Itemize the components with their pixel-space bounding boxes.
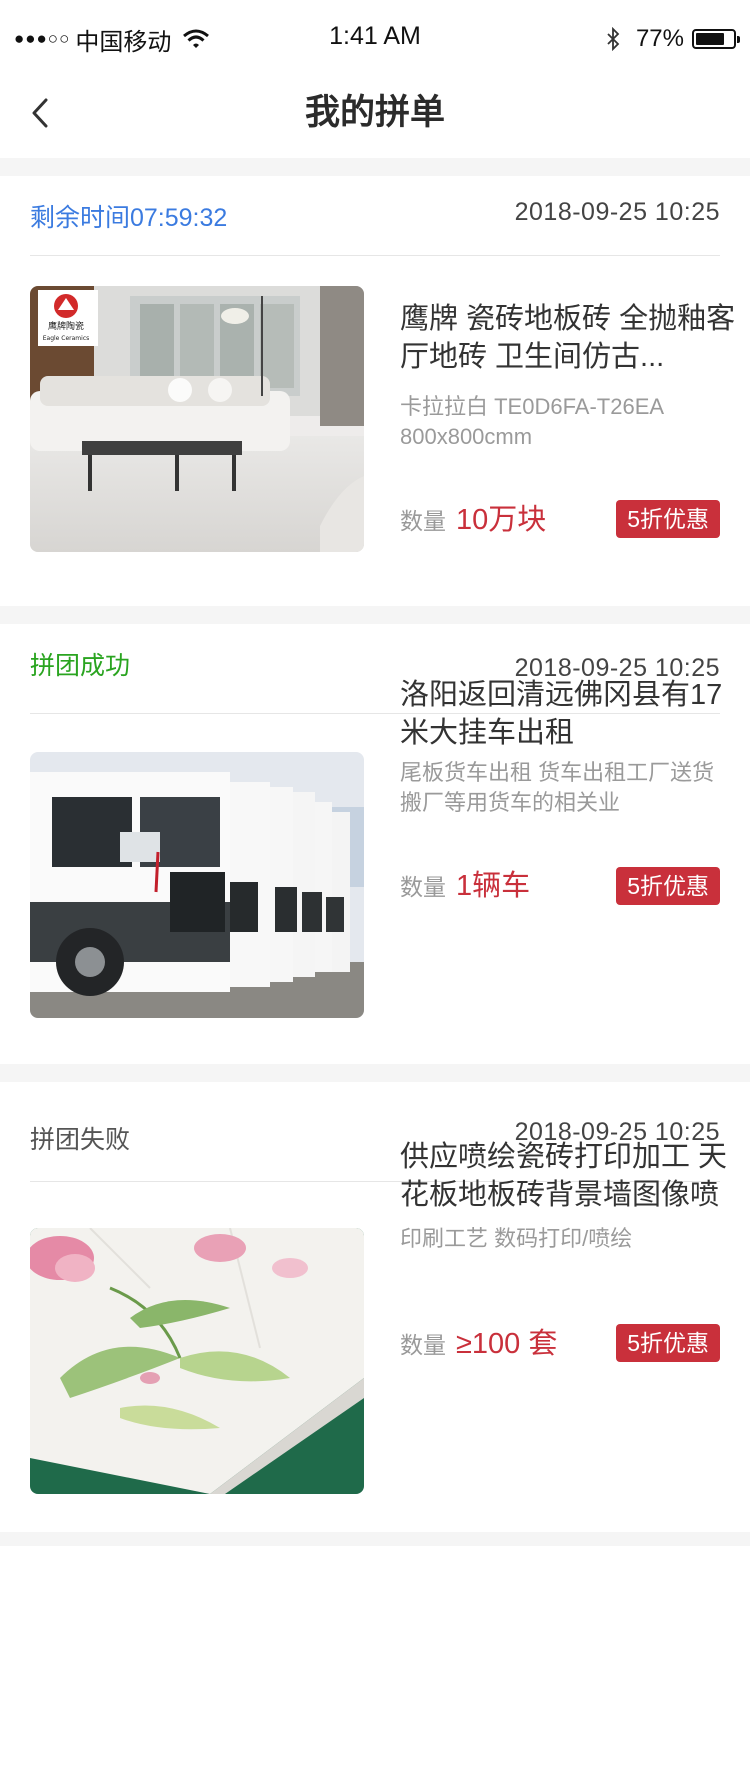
brand-logo-cn: 鹰牌陶瓷 bbox=[48, 320, 84, 332]
product-title[interactable]: 鹰牌 瓷砖地板砖 全抛釉客厅地砖 卫生间仿古... bbox=[400, 300, 746, 376]
battery-level bbox=[696, 33, 724, 45]
quantity-label: 数量 bbox=[400, 1332, 446, 1358]
quantity-value: ≥100 套 bbox=[456, 1328, 558, 1360]
product-spec: 印刷工艺 数码打印/喷绘 bbox=[400, 1226, 633, 1251]
order-card[interactable]: 剩余时间07:59:32 2018-09-25 10:25 鹰牌陶瓷 Eagle… bbox=[0, 176, 750, 606]
product-title[interactable]: 供应喷绘瓷砖打印加工 天花板地板砖背景墙图像喷 bbox=[400, 1138, 746, 1214]
product-title-text: 洛阳返回清远佛冈县有17米大挂车出租 bbox=[400, 679, 723, 749]
success-status: 拼团成功 bbox=[30, 652, 131, 680]
quantity-value: 10万块 bbox=[456, 504, 547, 536]
quantity-value: 1辆车 bbox=[456, 870, 531, 902]
printed-tile-image bbox=[30, 1228, 364, 1494]
status-right: 77% bbox=[606, 22, 740, 56]
quantity-label: 数量 bbox=[400, 874, 446, 900]
nav-bar: 我的拼单 bbox=[0, 78, 750, 158]
brand-logo-en: Eagle Ceramics bbox=[43, 335, 90, 342]
quantity: 数量 1辆车 bbox=[400, 862, 530, 904]
bluetooth-icon bbox=[607, 27, 620, 51]
section-divider bbox=[0, 606, 750, 624]
discount-badge[interactable]: 5折优惠 bbox=[616, 867, 720, 905]
status-bar: ●●●○○ 中国移动 1:41 AM 77% bbox=[0, 0, 750, 78]
section-divider bbox=[0, 1532, 750, 1546]
quantity: 数量 10万块 bbox=[400, 496, 546, 538]
product-spec: 卡拉拉白 TE0D6FA-T26EA 800x800cmm bbox=[400, 394, 663, 449]
order-date: 2018-09-25 10:25 bbox=[514, 198, 720, 226]
product-image[interactable]: 鹰牌陶瓷 Eagle Ceramics bbox=[30, 286, 364, 552]
truck-fleet-image bbox=[30, 752, 364, 1018]
product-image[interactable] bbox=[30, 1228, 364, 1494]
discount-badge[interactable]: 5折优惠 bbox=[616, 1324, 720, 1362]
order-card[interactable]: 拼团成功 2018-09-25 10:25 洛阳返回清远佛冈县有17米大挂车出租… bbox=[0, 624, 750, 1064]
battery-icon bbox=[692, 29, 740, 49]
order-card[interactable]: 拼团失败 2018-09-25 10:25 供应喷绘瓷砖打印加工 天花板地板砖背… bbox=[0, 1082, 750, 1532]
order-header: 剩余时间07:59:32 2018-09-25 10:25 bbox=[30, 176, 720, 256]
page-title: 我的拼单 bbox=[304, 93, 445, 132]
product-image[interactable] bbox=[30, 752, 364, 1018]
product-spec: 尾板货车出租 货车出租工厂送货 搬厂等用货车的相关业 bbox=[400, 760, 715, 815]
discount-badge[interactable]: 5折优惠 bbox=[616, 500, 720, 538]
battery-percent: 77% bbox=[635, 25, 684, 52]
product-title[interactable]: 洛阳返回清远佛冈县有17米大挂车出租 bbox=[400, 676, 746, 752]
quantity-label: 数量 bbox=[400, 508, 446, 534]
countdown-status: 剩余时间07:59:32 bbox=[30, 204, 228, 232]
living-room-image: 鹰牌陶瓷 Eagle Ceramics bbox=[30, 286, 364, 552]
section-divider bbox=[0, 158, 750, 176]
quantity: 数量 ≥100 套 bbox=[400, 1320, 557, 1362]
section-divider bbox=[0, 1064, 750, 1082]
failed-status: 拼团失败 bbox=[30, 1126, 131, 1154]
